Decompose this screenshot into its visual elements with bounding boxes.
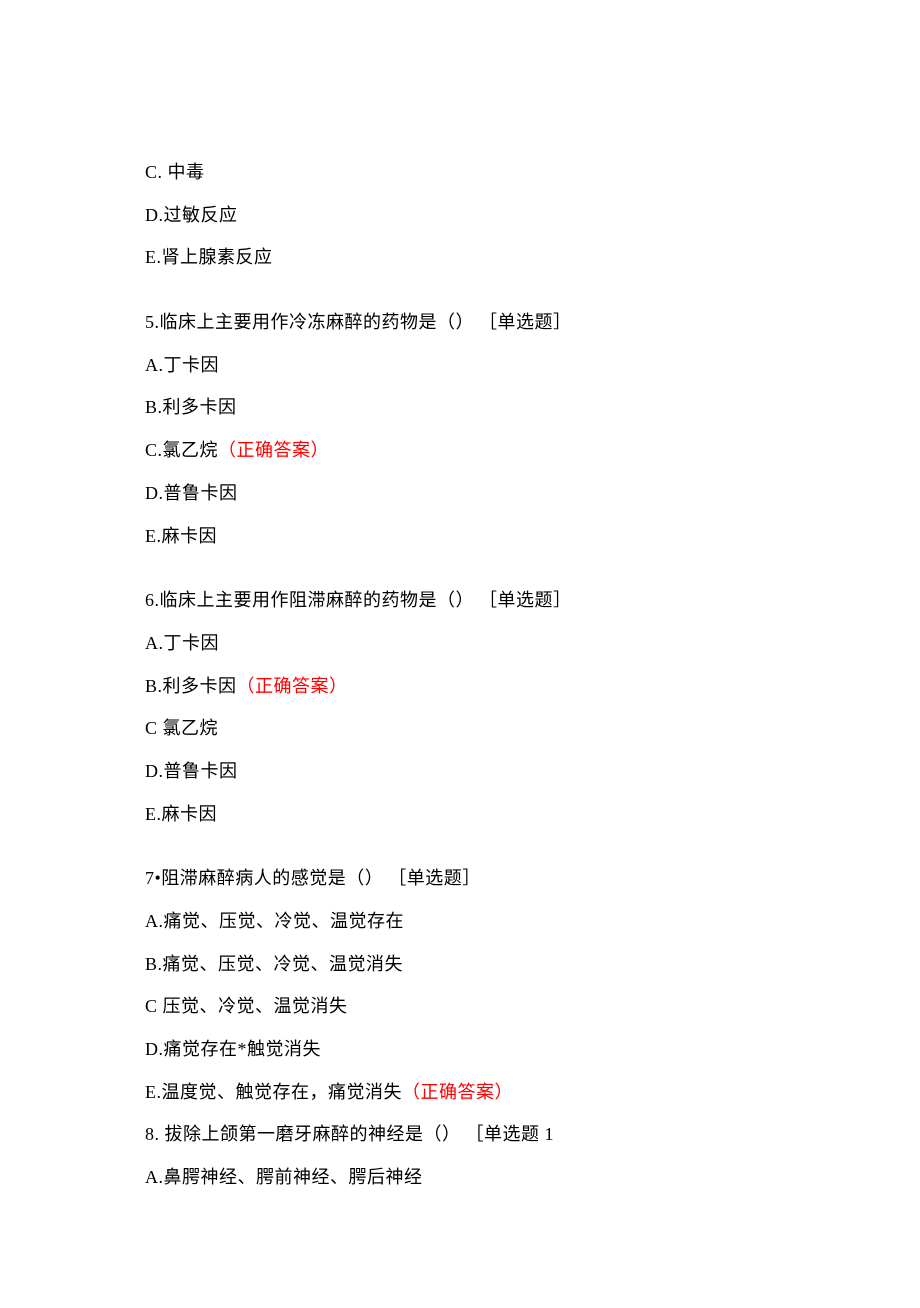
q6-option-c: C 氯乙烷 <box>145 716 775 741</box>
spacer <box>145 566 775 588</box>
q7-option-c: C 压觉、冷觉、温觉消失 <box>145 994 775 1019</box>
q5-option-a: A.丁卡因 <box>145 353 775 378</box>
q7-stem: 7•阻滞麻醉病人的感觉是（） ［单选题］ <box>145 866 775 891</box>
q5-option-d: D.普鲁卡因 <box>145 481 775 506</box>
q8-option-a: A.鼻腭神经、腭前神经、腭后神经 <box>145 1165 775 1190</box>
q6-correct-label: （正确答案） <box>237 676 348 696</box>
q4-option-e: E.肾上腺素反应 <box>145 245 775 270</box>
q5-option-b: B.利多卡因 <box>145 395 775 420</box>
q5-stem: 5.临床上主要用作冷冻麻醉的药物是（） ［单选题］ <box>145 310 775 335</box>
q5-option-c-text: C.氯乙烷 <box>145 440 218 460</box>
q6-option-a: A.丁卡因 <box>145 631 775 656</box>
q6-option-d: D.普鲁卡因 <box>145 759 775 784</box>
spacer <box>145 844 775 866</box>
q5-option-c: C.氯乙烷（正确答案） <box>145 438 775 463</box>
q7-correct-label: （正确答案） <box>402 1082 513 1102</box>
q6-stem: 6.临床上主要用作阻滞麻醉的药物是（） ［单选题］ <box>145 588 775 613</box>
q6-option-b: B.利多卡因（正确答案） <box>145 674 775 699</box>
q5-option-e: E.麻卡因 <box>145 524 775 549</box>
spacer <box>145 288 775 310</box>
q8-stem: 8. 拔除上颌第一磨牙麻醉的神经是（） ［单选题 1 <box>145 1122 775 1147</box>
q6-option-b-text: B.利多卡因 <box>145 676 237 696</box>
q5-correct-label: （正确答案） <box>218 440 329 460</box>
q4-option-d: D.过敏反应 <box>145 203 775 228</box>
q6-option-e: E.麻卡因 <box>145 802 775 827</box>
q7-option-b: B.痛觉、压觉、冷觉、温觉消失 <box>145 952 775 977</box>
q7-option-d: D.痛觉存在*触觉消失 <box>145 1037 775 1062</box>
q7-option-e: E.温度觉、触觉存在，痛觉消失（正确答案） <box>145 1080 775 1105</box>
q7-option-e-text: E.温度觉、触觉存在，痛觉消失 <box>145 1082 402 1102</box>
q7-option-a: A.痛觉、压觉、冷觉、温觉存在 <box>145 909 775 934</box>
q4-option-c: C. 中毒 <box>145 160 775 185</box>
